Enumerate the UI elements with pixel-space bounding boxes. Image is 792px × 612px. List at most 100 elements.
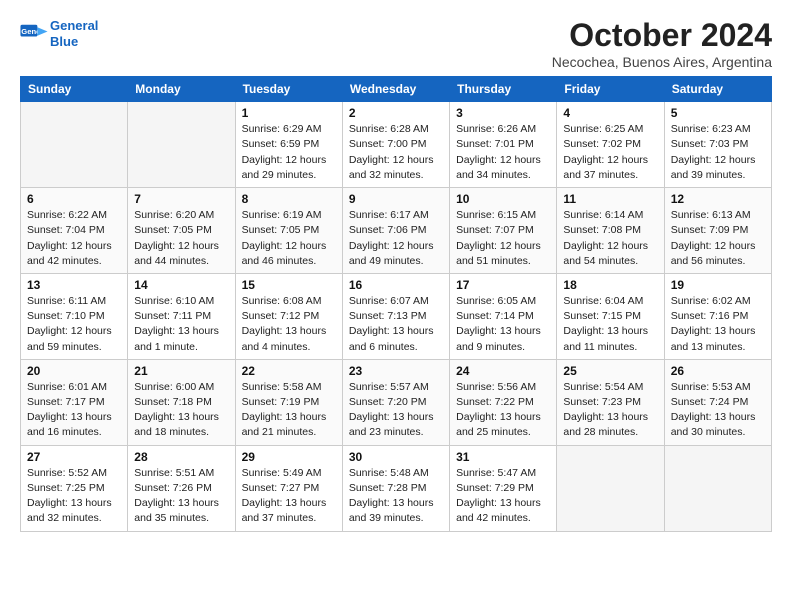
day-info: Sunrise: 6:23 AMSunset: 7:03 PMDaylight:…: [671, 122, 765, 183]
day-number: 6: [27, 192, 121, 206]
calendar-cell: [128, 102, 235, 188]
logo-line2: Blue: [50, 34, 78, 49]
calendar-cell: 4 Sunrise: 6:25 AMSunset: 7:02 PMDaylight…: [557, 102, 664, 188]
day-number: 4: [563, 106, 657, 120]
day-number: 18: [563, 278, 657, 292]
day-info: Sunrise: 6:10 AMSunset: 7:11 PMDaylight:…: [134, 294, 228, 355]
day-info: Sunrise: 6:00 AMSunset: 7:18 PMDaylight:…: [134, 380, 228, 441]
calendar-cell: 12 Sunrise: 6:13 AMSunset: 7:09 PMDayligh…: [664, 188, 771, 274]
logo-text: General Blue: [50, 18, 98, 49]
calendar-cell: 27Sunrise: 5:52 AMSunset: 7:25 PMDayligh…: [21, 445, 128, 531]
calendar-cell: 10 Sunrise: 6:15 AMSunset: 7:07 PMDayligh…: [450, 188, 557, 274]
day-info: Sunrise: 5:56 AMSunset: 7:22 PMDaylight:…: [456, 380, 550, 441]
calendar-cell: 23 Sunrise: 5:57 AMSunset: 7:20 PMDayligh…: [342, 359, 449, 445]
calendar-cell: 9 Sunrise: 6:17 AMSunset: 7:06 PMDaylight…: [342, 188, 449, 274]
calendar-header-row: SundayMondayTuesdayWednesdayThursdayFrid…: [21, 77, 772, 102]
day-number: 21: [134, 364, 228, 378]
day-number: 19: [671, 278, 765, 292]
day-info: Sunrise: 6:19 AMSunset: 7:05 PMDaylight:…: [242, 208, 336, 269]
day-info: Sunrise: 5:58 AMSunset: 7:19 PMDaylight:…: [242, 380, 336, 441]
day-info: Sunrise: 6:13 AMSunset: 7:09 PMDaylight:…: [671, 208, 765, 269]
calendar-cell: 8 Sunrise: 6:19 AMSunset: 7:05 PMDaylight…: [235, 188, 342, 274]
day-number: 24: [456, 364, 550, 378]
day-info: Sunrise: 6:07 AMSunset: 7:13 PMDaylight:…: [349, 294, 443, 355]
logo: General General Blue: [20, 18, 98, 49]
calendar-cell: 18 Sunrise: 6:04 AMSunset: 7:15 PMDayligh…: [557, 273, 664, 359]
day-number: 1: [242, 106, 336, 120]
calendar-cell: 20 Sunrise: 6:01 AMSunset: 7:17 PMDayligh…: [21, 359, 128, 445]
day-number: 29: [242, 450, 336, 464]
calendar-week-row: 27Sunrise: 5:52 AMSunset: 7:25 PMDayligh…: [21, 445, 772, 531]
weekday-header: Tuesday: [235, 77, 342, 102]
day-number: 9: [349, 192, 443, 206]
calendar-cell: 21 Sunrise: 6:00 AMSunset: 7:18 PMDayligh…: [128, 359, 235, 445]
day-number: 14: [134, 278, 228, 292]
calendar-week-row: 6 Sunrise: 6:22 AMSunset: 7:04 PMDaylight…: [21, 188, 772, 274]
day-number: 16: [349, 278, 443, 292]
day-info: Sunrise: 6:01 AMSunset: 7:17 PMDaylight:…: [27, 380, 121, 441]
day-info: Sunrise: 5:51 AMSunset: 7:26 PMDaylight:…: [134, 466, 228, 527]
day-info: Sunrise: 6:28 AMSunset: 7:00 PMDaylight:…: [349, 122, 443, 183]
day-number: 17: [456, 278, 550, 292]
day-info: Sunrise: 6:22 AMSunset: 7:04 PMDaylight:…: [27, 208, 121, 269]
calendar-cell: 6 Sunrise: 6:22 AMSunset: 7:04 PMDaylight…: [21, 188, 128, 274]
calendar-cell: 17 Sunrise: 6:05 AMSunset: 7:14 PMDayligh…: [450, 273, 557, 359]
day-info: Sunrise: 5:57 AMSunset: 7:20 PMDaylight:…: [349, 380, 443, 441]
day-info: Sunrise: 6:14 AMSunset: 7:08 PMDaylight:…: [563, 208, 657, 269]
calendar-week-row: 13Sunrise: 6:11 AMSunset: 7:10 PMDayligh…: [21, 273, 772, 359]
day-number: 12: [671, 192, 765, 206]
calendar-cell: 28 Sunrise: 5:51 AMSunset: 7:26 PMDayligh…: [128, 445, 235, 531]
day-info: Sunrise: 6:02 AMSunset: 7:16 PMDaylight:…: [671, 294, 765, 355]
day-info: Sunrise: 6:11 AMSunset: 7:10 PMDaylight:…: [27, 294, 121, 355]
day-info: Sunrise: 6:15 AMSunset: 7:07 PMDaylight:…: [456, 208, 550, 269]
month-title: October 2024: [552, 18, 772, 53]
day-info: Sunrise: 6:25 AMSunset: 7:02 PMDaylight:…: [563, 122, 657, 183]
calendar-cell: 24 Sunrise: 5:56 AMSunset: 7:22 PMDayligh…: [450, 359, 557, 445]
day-number: 11: [563, 192, 657, 206]
calendar: SundayMondayTuesdayWednesdayThursdayFrid…: [20, 76, 772, 531]
day-number: 3: [456, 106, 550, 120]
day-number: 23: [349, 364, 443, 378]
day-info: Sunrise: 6:08 AMSunset: 7:12 PMDaylight:…: [242, 294, 336, 355]
day-number: 31: [456, 450, 550, 464]
calendar-cell: 1 Sunrise: 6:29 AMSunset: 6:59 PMDaylight…: [235, 102, 342, 188]
calendar-cell: 13Sunrise: 6:11 AMSunset: 7:10 PMDayligh…: [21, 273, 128, 359]
calendar-cell: 16 Sunrise: 6:07 AMSunset: 7:13 PMDayligh…: [342, 273, 449, 359]
calendar-cell: 26 Sunrise: 5:53 AMSunset: 7:24 PMDayligh…: [664, 359, 771, 445]
day-info: Sunrise: 5:52 AMSunset: 7:25 PMDaylight:…: [27, 466, 121, 527]
day-info: Sunrise: 6:17 AMSunset: 7:06 PMDaylight:…: [349, 208, 443, 269]
calendar-cell: 2 Sunrise: 6:28 AMSunset: 7:00 PMDaylight…: [342, 102, 449, 188]
day-info: Sunrise: 6:04 AMSunset: 7:15 PMDaylight:…: [563, 294, 657, 355]
logo-line1: General: [50, 18, 98, 33]
logo-icon: General: [20, 23, 48, 45]
calendar-cell: [557, 445, 664, 531]
calendar-cell: 29 Sunrise: 5:49 AMSunset: 7:27 PMDayligh…: [235, 445, 342, 531]
day-number: 10: [456, 192, 550, 206]
calendar-week-row: 20 Sunrise: 6:01 AMSunset: 7:17 PMDayligh…: [21, 359, 772, 445]
day-info: Sunrise: 5:49 AMSunset: 7:27 PMDaylight:…: [242, 466, 336, 527]
calendar-cell: 22 Sunrise: 5:58 AMSunset: 7:19 PMDayligh…: [235, 359, 342, 445]
day-number: 30: [349, 450, 443, 464]
calendar-cell: 31Sunrise: 5:47 AMSunset: 7:29 PMDayligh…: [450, 445, 557, 531]
header: General General Blue October 2024 Necoch…: [20, 18, 772, 70]
day-number: 22: [242, 364, 336, 378]
calendar-cell: [664, 445, 771, 531]
page: General General Blue October 2024 Necoch…: [0, 0, 792, 546]
day-info: Sunrise: 5:54 AMSunset: 7:23 PMDaylight:…: [563, 380, 657, 441]
day-number: 7: [134, 192, 228, 206]
day-number: 26: [671, 364, 765, 378]
day-number: 28: [134, 450, 228, 464]
day-info: Sunrise: 5:53 AMSunset: 7:24 PMDaylight:…: [671, 380, 765, 441]
title-block: October 2024 Necochea, Buenos Aires, Arg…: [552, 18, 772, 70]
day-number: 25: [563, 364, 657, 378]
day-number: 15: [242, 278, 336, 292]
day-number: 2: [349, 106, 443, 120]
calendar-cell: 15 Sunrise: 6:08 AMSunset: 7:12 PMDayligh…: [235, 273, 342, 359]
day-number: 8: [242, 192, 336, 206]
day-info: Sunrise: 6:29 AMSunset: 6:59 PMDaylight:…: [242, 122, 336, 183]
day-info: Sunrise: 6:20 AMSunset: 7:05 PMDaylight:…: [134, 208, 228, 269]
day-info: Sunrise: 6:05 AMSunset: 7:14 PMDaylight:…: [456, 294, 550, 355]
calendar-cell: 19 Sunrise: 6:02 AMSunset: 7:16 PMDayligh…: [664, 273, 771, 359]
day-info: Sunrise: 6:26 AMSunset: 7:01 PMDaylight:…: [456, 122, 550, 183]
day-number: 20: [27, 364, 121, 378]
